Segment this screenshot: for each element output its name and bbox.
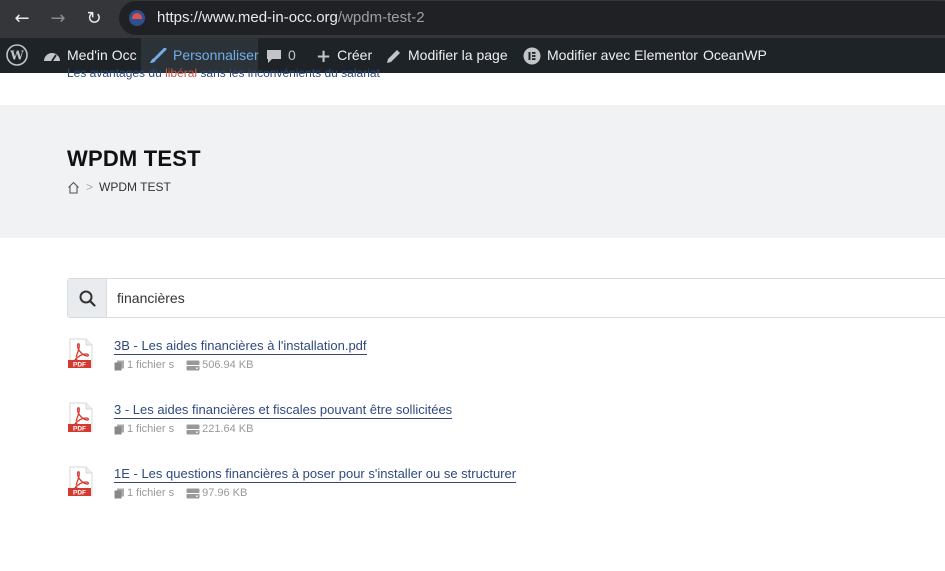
url-path: /wpdm-test-2 [337,9,425,26]
files-icon [114,488,124,498]
comments-count: 0 [288,47,296,63]
files-icon [114,424,124,434]
result-item: PDF 3 - Les aides financières et fiscale… [67,402,937,450]
new-content-label: Créer [337,47,373,63]
elementor-link[interactable]: Modifier avec Elementor [523,38,698,73]
breadcrumb-separator: > [86,180,94,194]
edit-page-label: Modifier la page [408,47,508,63]
customize-label: Personnaliser [173,47,259,63]
tagline-part2: sans les inconvénients du salariat [197,66,380,80]
result-meta: 1 fichier s 506.94 KB [114,359,253,371]
hard-drive-icon [186,488,200,498]
reload-icon[interactable]: ↻ [81,6,107,32]
result-title-link[interactable]: 3B - Les aides financières à l'installat… [114,338,367,355]
page-title: WPDM TEST [67,146,201,171]
pdf-label: PDF [73,362,86,369]
site-name-label: Med'in Occ [67,47,137,63]
file-size: 506.94 KB [202,359,254,371]
result-item: PDF 1E - Les questions financières à pos… [67,466,937,514]
page-header: WPDM TEST > WPDM TEST [0,105,945,238]
dashboard-icon [44,53,60,62]
forward-icon[interactable]: → [45,6,71,32]
result-title-link[interactable]: 3 - Les aides financières et fiscales po… [114,402,453,419]
comment-icon [267,50,281,64]
pdf-file-icon: PDF [68,466,93,497]
url-domain: https://www.med-in-occ.org [157,9,338,26]
svg-text:W: W [9,49,24,63]
search-button[interactable] [68,279,107,317]
file-count: 1 fichier s [127,359,175,371]
result-meta: 1 fichier s 97.96 KB [114,487,247,499]
elementor-label: Modifier avec Elementor [547,47,698,63]
file-size: 221.64 KB [202,423,254,435]
site-favicon-icon [129,10,145,26]
result-meta: 1 fichier s 221.64 KB [114,423,253,435]
tagline-highlight: libéral [165,66,198,80]
pencil-icon [387,50,400,64]
site-tagline: Les avantages du libéral sans les inconv… [67,66,380,80]
browser-toolbar: ← → ↻ https://www.med-in-occ.org/wpdm-te… [0,0,945,38]
brush-icon [150,48,167,64]
pdf-file-icon: PDF [68,402,93,433]
breadcrumb-current: WPDM TEST [99,180,171,194]
url-text[interactable]: https://www.med-in-occ.org/wpdm-test-2 [157,9,425,26]
pdf-file-icon: PDF [68,338,93,369]
theme-label: OceanWP [703,47,767,63]
search-icon [79,290,96,307]
breadcrumb: > WPDM TEST [67,180,171,194]
edit-page-link[interactable]: Modifier la page [386,38,508,73]
search-box [67,278,945,318]
search-input[interactable] [107,279,945,317]
pdf-label: PDF [73,490,86,497]
address-bar[interactable]: https://www.med-in-occ.org/wpdm-test-2 [119,1,945,35]
file-count: 1 fichier s [127,423,175,435]
elementor-icon [523,47,541,65]
tagline-part1: Les avantages du [67,66,166,80]
hard-drive-icon [186,360,200,370]
result-item: PDF 3B - Les aides financières à l'insta… [67,338,937,386]
result-title-link[interactable]: 1E - Les questions financières à poser p… [114,466,517,483]
hard-drive-icon [186,424,200,434]
back-icon[interactable]: ← [9,6,35,32]
file-size: 97.96 KB [202,487,248,499]
pdf-label: PDF [73,426,86,433]
file-count: 1 fichier s [127,487,175,499]
theme-link[interactable]: OceanWP [703,38,767,73]
home-icon[interactable] [67,181,80,194]
wordpress-logo-icon[interactable]: W [6,38,28,73]
files-icon [114,360,124,370]
